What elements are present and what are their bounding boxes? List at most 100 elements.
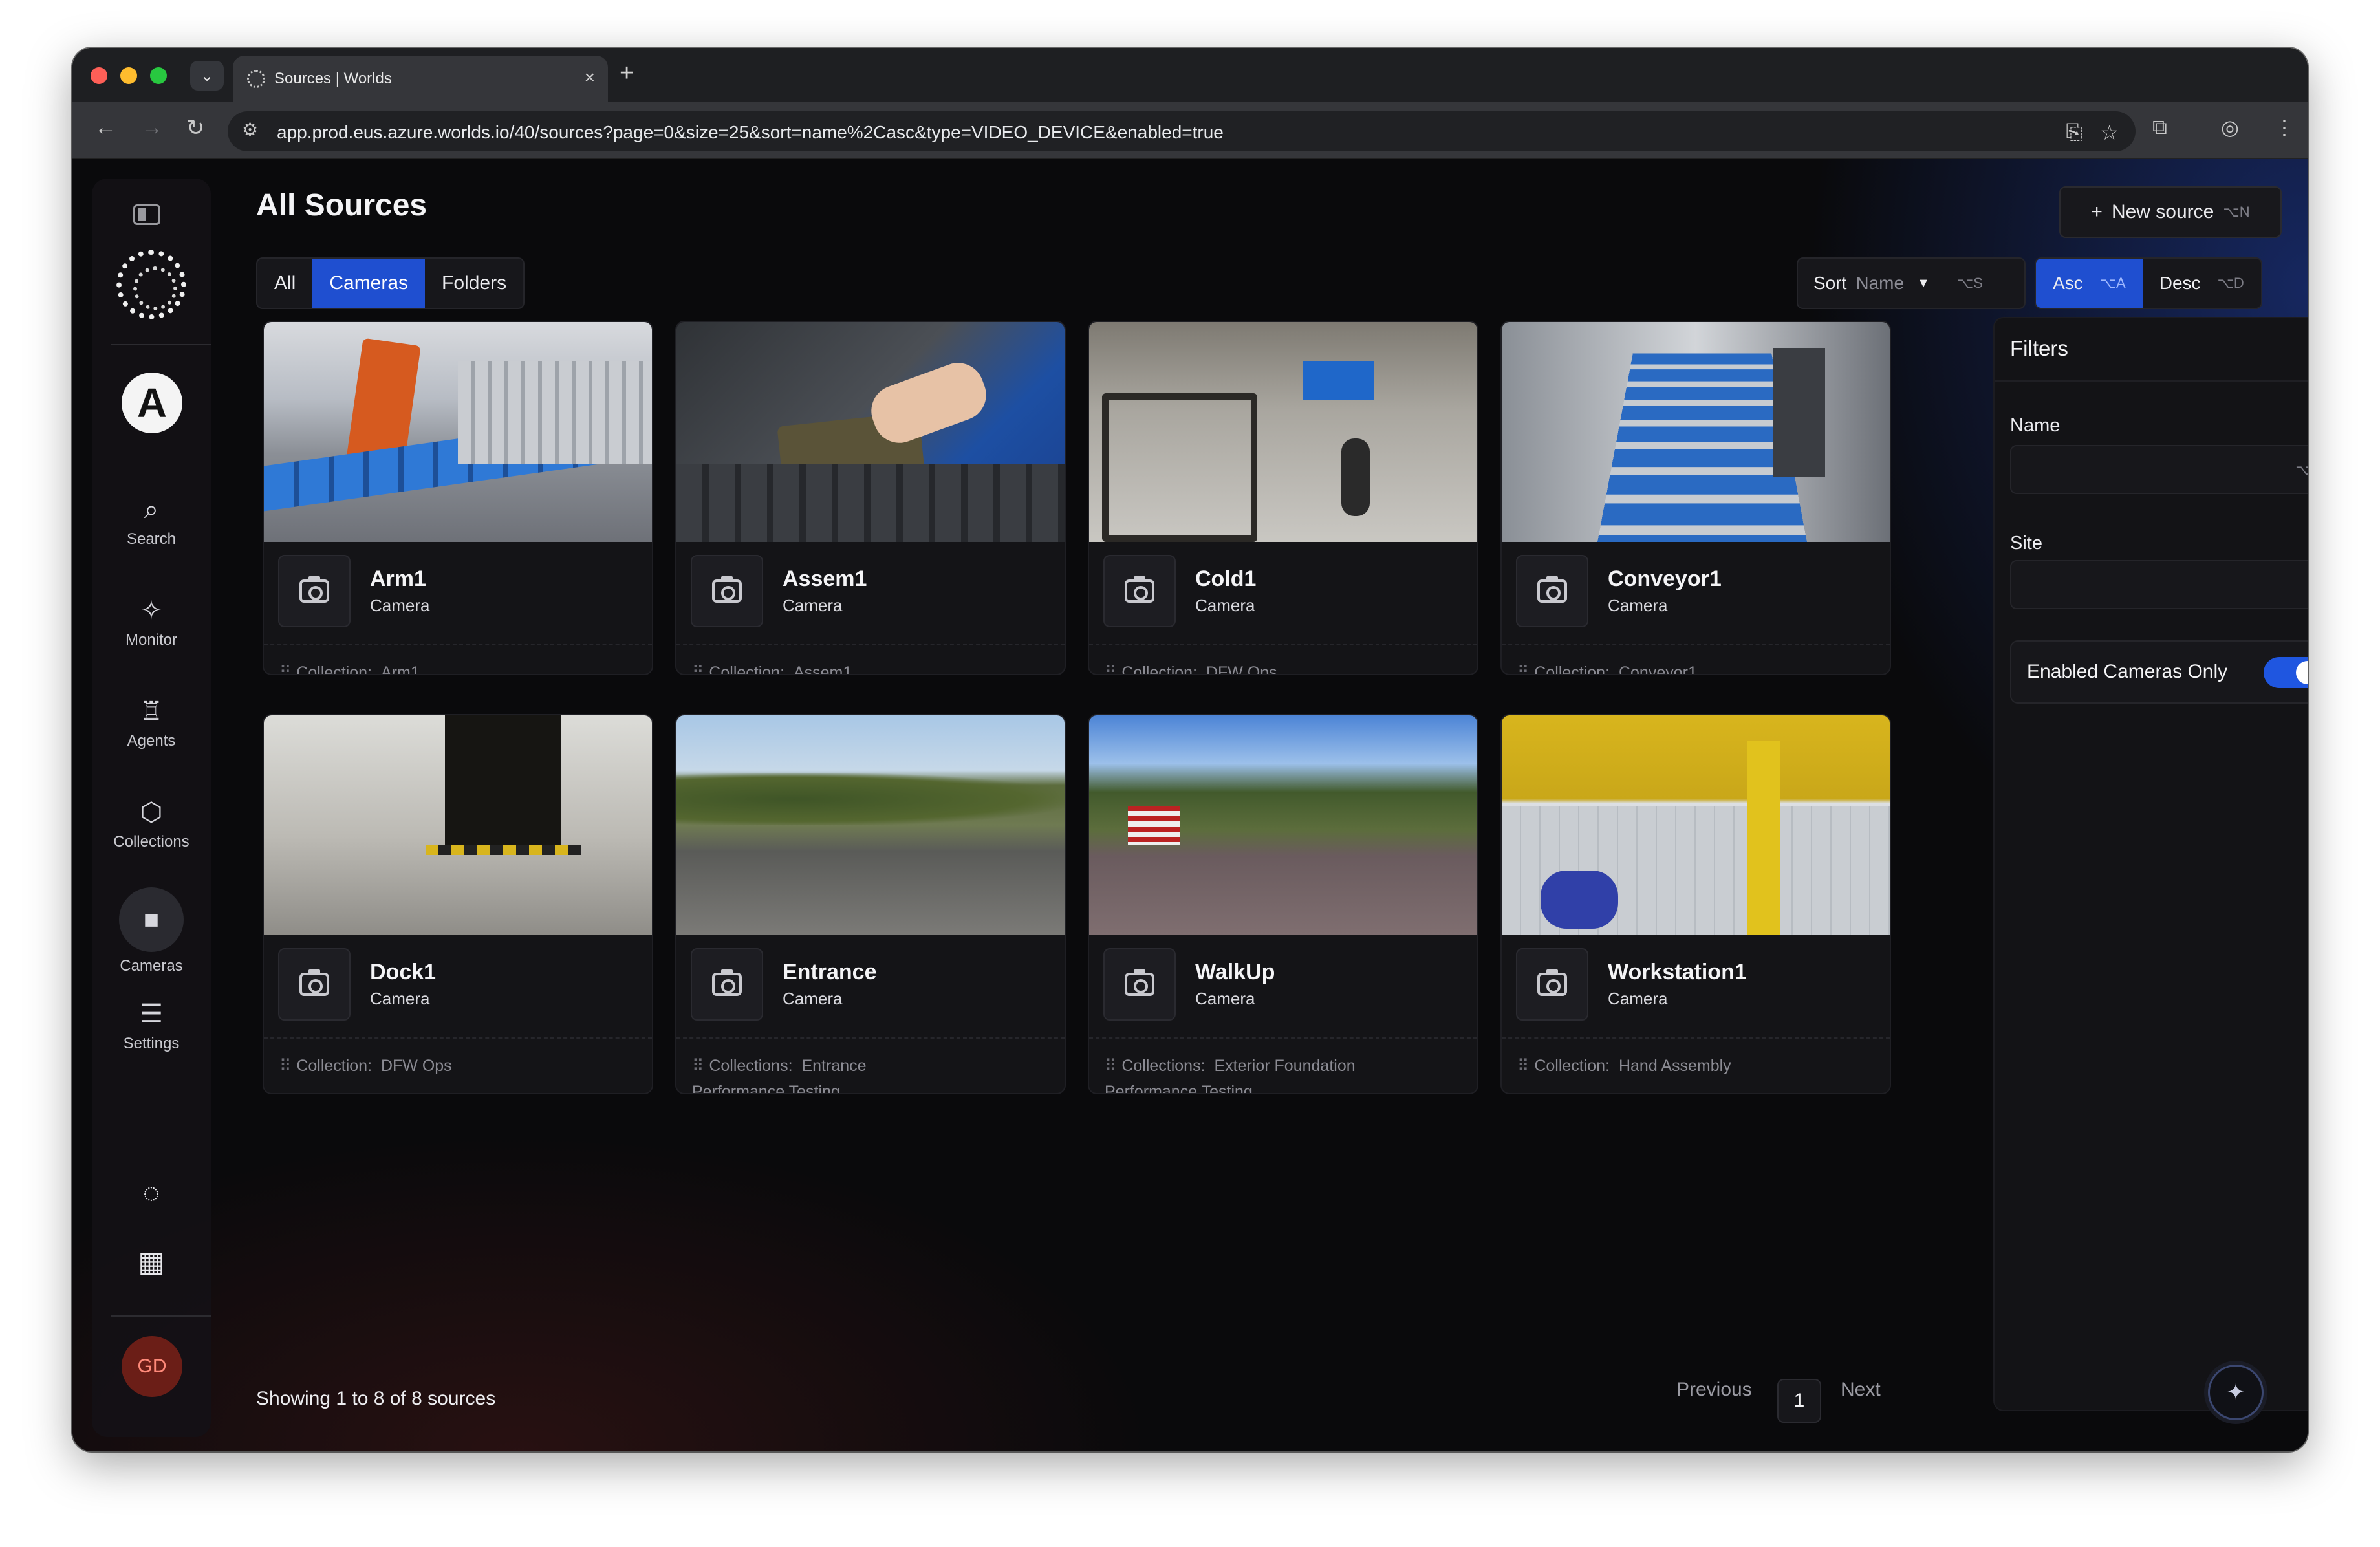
camera-thumbnail[interactable] [1502, 715, 1890, 935]
organization-avatar[interactable]: A [122, 373, 182, 433]
close-tab-icon[interactable]: × [585, 67, 595, 88]
sidebar-item-monitor[interactable]: ✧ Monitor [92, 595, 211, 649]
sidebar-item-agents[interactable]: ♖ Agents [92, 696, 211, 750]
browser-tab[interactable]: Sources | Worlds × [233, 56, 608, 102]
camera-name[interactable]: Arm1 [370, 567, 429, 592]
camera-card[interactable]: Entrance Camera ⠿ Collections: Entrance Per… [675, 714, 1066, 1094]
sort-select[interactable]: Sort Name ▼ ⌥S [1797, 257, 2026, 309]
sidebar-item-search[interactable]: ⌕ Search [92, 494, 211, 548]
camera-name[interactable]: WalkUp [1195, 960, 1275, 985]
extensions-icon[interactable]: ⧉ [2152, 115, 2167, 140]
sidebar-item-settings[interactable]: ☰ Settings [92, 999, 211, 1053]
close-window-button[interactable] [91, 67, 107, 84]
sidebar-divider [111, 1315, 211, 1317]
site-settings-icon[interactable]: ⚙ [242, 119, 258, 140]
grid-icon: ⠿ [1517, 1057, 1529, 1075]
sort-desc-label: Desc [2159, 273, 2201, 293]
grid-icon: ⠿ [1105, 1057, 1116, 1075]
camera-name[interactable]: Conveyor1 [1608, 567, 1722, 592]
sidebar-toggle-icon[interactable] [133, 204, 160, 225]
camera-card[interactable]: WalkUp Camera ⠿ Collections: Exterior Foun… [1088, 714, 1478, 1094]
grid-icon: ⠿ [692, 1057, 704, 1075]
camera-name[interactable]: Entrance [783, 960, 877, 985]
collection-name: Assem1 [793, 664, 852, 675]
browser-menu-icon[interactable]: ⋮ [2274, 115, 2295, 140]
collection-label: Collection: [1121, 664, 1198, 675]
address-bar[interactable]: ⚙ app.prod.eus.azure.worlds.io/40/source… [228, 111, 2136, 151]
back-icon[interactable]: ← [94, 115, 116, 140]
building-icon[interactable]: ▦ [131, 1246, 172, 1279]
tab-folders[interactable]: Folders [425, 259, 523, 308]
collection-name: Arm1 [380, 664, 420, 675]
camera-card[interactable]: Workstation1 Camera ⠿ Collection: Hand Ass… [1500, 714, 1891, 1094]
site-filter-input[interactable]: ⌕ [2010, 560, 2308, 609]
collections-icon: ⬡ [140, 798, 163, 827]
install-app-icon[interactable]: ⎘ [2066, 120, 2082, 145]
forward-icon[interactable]: → [141, 115, 163, 140]
new-tab-button[interactable]: + [620, 60, 634, 87]
user-avatar[interactable]: GD [122, 1336, 182, 1397]
ai-assistant-sparkle-icon[interactable]: ✦ [2208, 1365, 2264, 1420]
tab-all[interactable]: All [257, 259, 312, 308]
collection-name: Conveyor1 [1618, 664, 1697, 675]
bookmark-star-icon[interactable]: ☆ [2100, 120, 2119, 145]
camera-name[interactable]: Cold1 [1195, 567, 1256, 592]
minimize-window-button[interactable] [120, 67, 137, 84]
sort-asc-label: Asc [2053, 273, 2083, 293]
zoom-window-button[interactable] [150, 67, 167, 84]
card-divider [264, 644, 652, 645]
camera-thumbnail[interactable] [1089, 322, 1477, 542]
camera-card[interactable]: Arm1 Camera ⠿ Collection: Arm1 [263, 321, 653, 675]
reload-icon[interactable]: ↻ [186, 115, 205, 141]
worlds-logo[interactable] [116, 250, 186, 319]
enabled-cameras-label: Enabled Cameras Only [2027, 661, 2228, 682]
camera-card[interactable]: Dock1 Camera ⠿ Collection: DFW Ops [263, 714, 653, 1094]
collection-info: ⠿ Collection: Assem1 [692, 660, 1054, 675]
camera-card[interactable]: Assem1 Camera ⠿ Collection: Assem1 [675, 321, 1066, 675]
sidebar-item-label: Settings [123, 1035, 180, 1052]
source-type: Camera [1608, 596, 1668, 615]
tab-cameras[interactable]: Cameras [312, 259, 426, 308]
url-text[interactable]: app.prod.eus.azure.worlds.io/40/sources?… [277, 122, 1224, 143]
sort-asc-button[interactable]: Asc ⌥A [2036, 259, 2143, 308]
camera-card[interactable]: Conveyor1 Camera ⠿ Collection: Conveyor1 [1500, 321, 1891, 675]
enabled-cameras-toggle[interactable] [2264, 657, 2308, 688]
card-header: Workstation1 Camera [1516, 948, 1747, 1021]
sort-desc-button[interactable]: Desc ⌥D [2143, 259, 2261, 308]
page-1-button[interactable]: 1 [1777, 1379, 1821, 1423]
camera-icon [1516, 948, 1588, 1021]
camera-thumbnail[interactable] [676, 322, 1065, 542]
card-header: Assem1 Camera [691, 555, 867, 627]
previous-page-button[interactable]: Previous [1676, 1379, 1752, 1401]
collection-info: ⠿ Collection: DFW Ops [279, 1053, 642, 1079]
filters-panel: Filters Name ⌥F Site ⌕ Enabled Cameras O… [1993, 317, 2308, 1411]
source-type-tabs: All Cameras Folders [256, 257, 525, 309]
tab-search-button[interactable]: ⌄ [190, 61, 224, 91]
loading-circle-icon[interactable]: ◌ [131, 1177, 172, 1209]
collection-info: ⠿ Collections: Exterior Foundation Perform… [1105, 1053, 1467, 1093]
sort-value: Name [1855, 273, 1905, 293]
camera-card[interactable]: Cold1 Camera ⠿ Collection: DFW Ops [1088, 321, 1478, 675]
collection-name: Performance Testing [692, 1083, 840, 1094]
profile-icon[interactable]: ◎ [2221, 115, 2239, 140]
next-page-button[interactable]: Next [1841, 1379, 1881, 1401]
new-source-button[interactable]: + New source ⌥N [2059, 186, 2282, 238]
camera-thumbnail[interactable] [676, 715, 1065, 935]
sidebar-item-label: Agents [127, 732, 176, 750]
sidebar-divider [111, 344, 211, 345]
sort-label: Sort [1813, 273, 1847, 293]
sidebar-item-cameras[interactable]: ■ Cameras [92, 887, 211, 975]
card-divider [676, 1037, 1065, 1039]
camera-name[interactable]: Workstation1 [1608, 960, 1747, 985]
camera-name[interactable]: Assem1 [783, 567, 867, 592]
new-source-label: New source [2111, 201, 2214, 222]
camera-thumbnail[interactable] [264, 322, 652, 542]
camera-thumbnail[interactable] [264, 715, 652, 935]
name-filter-input[interactable]: ⌥F [2010, 445, 2308, 494]
camera-thumbnail[interactable] [1502, 322, 1890, 542]
camera-name[interactable]: Dock1 [370, 960, 436, 985]
sidebar-item-collections[interactable]: ⬡ Collections [92, 797, 211, 851]
camera-thumbnail[interactable] [1089, 715, 1477, 935]
name-filter-label: Name [2010, 415, 2061, 436]
collection-label: Collections: [709, 1057, 793, 1075]
